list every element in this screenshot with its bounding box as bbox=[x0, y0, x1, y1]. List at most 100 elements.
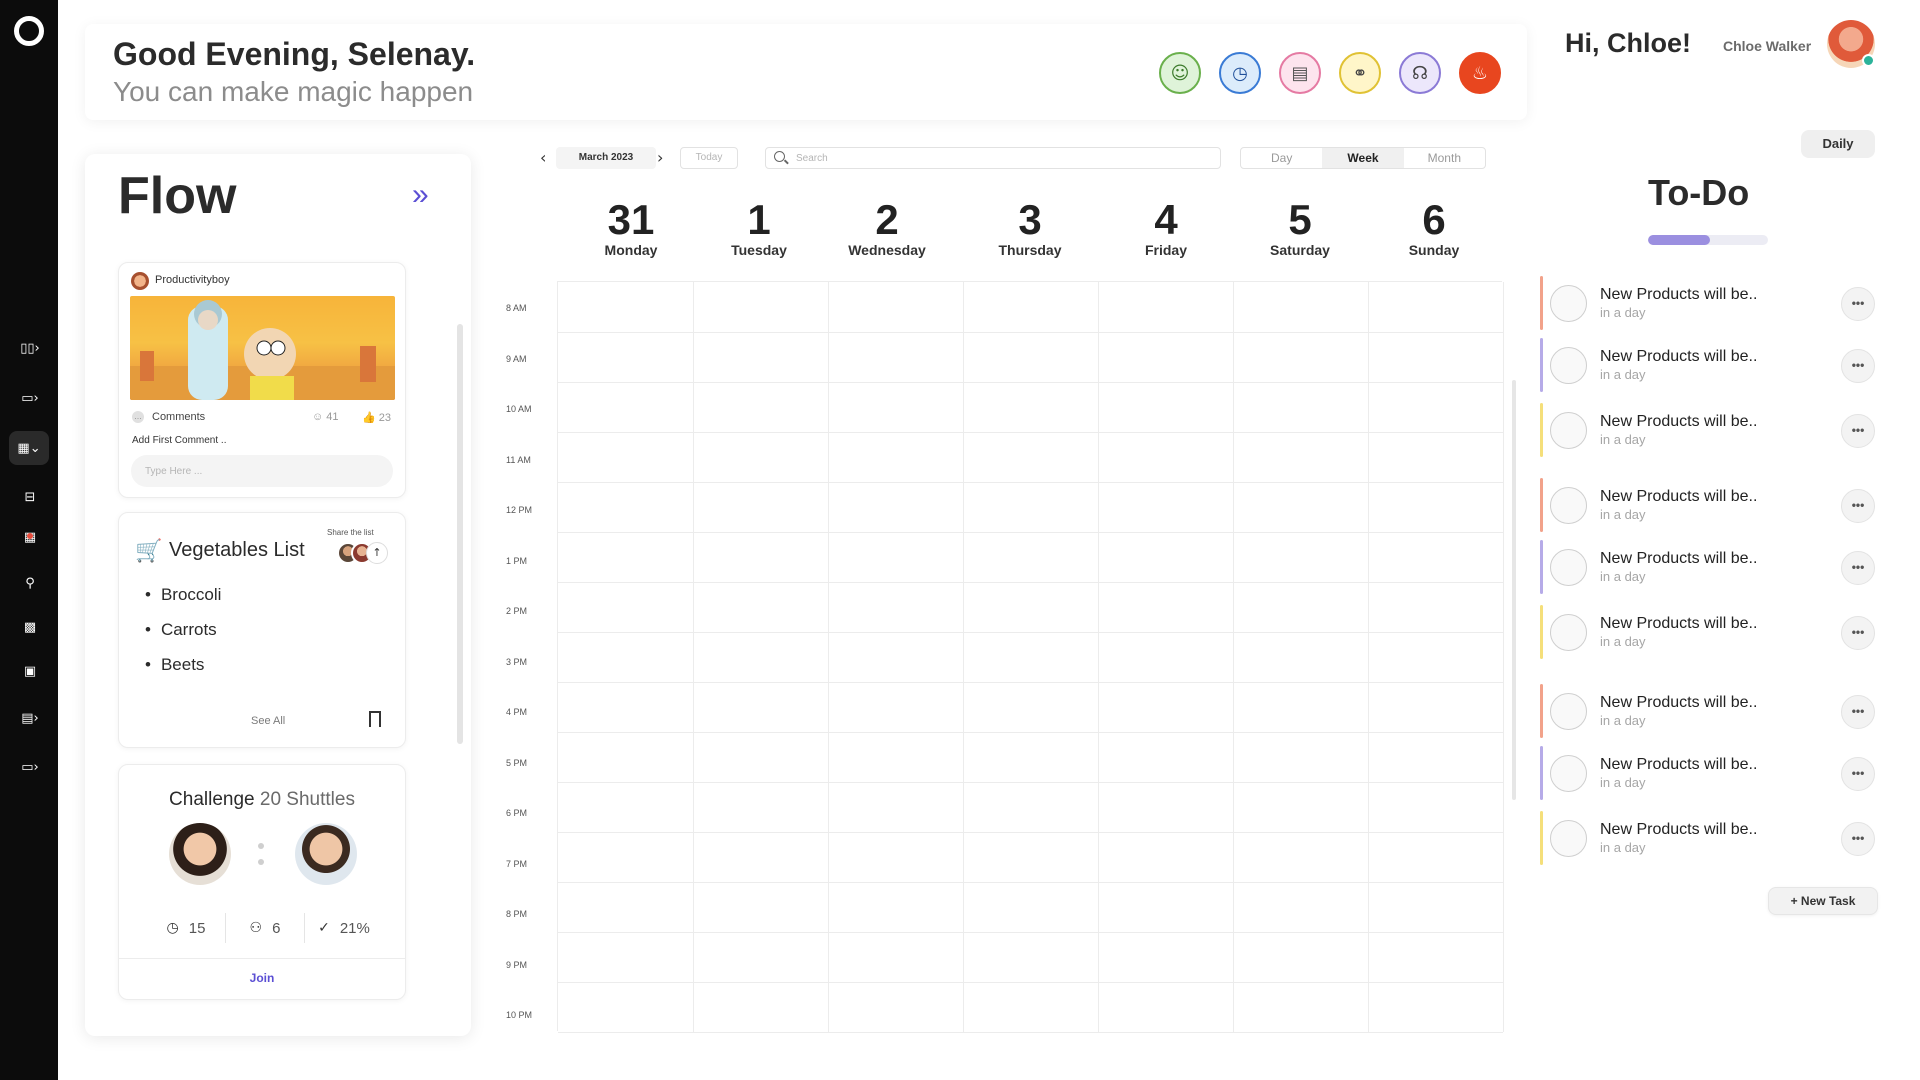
time-label: 11 AM bbox=[506, 455, 531, 465]
grid-row-line bbox=[558, 882, 1503, 883]
double-chevron-right-icon[interactable]: » bbox=[412, 178, 429, 212]
todo-task[interactable]: New Products will be.. in a day ••• bbox=[1540, 478, 1880, 532]
more-options-icon[interactable]: ••• bbox=[1841, 414, 1875, 448]
task-checkbox[interactable] bbox=[1550, 347, 1587, 384]
todo-task[interactable]: New Products will be.. in a day ••• bbox=[1540, 403, 1880, 457]
todo-task[interactable]: New Products will be.. in a day ••• bbox=[1540, 811, 1880, 865]
task-checkbox[interactable] bbox=[1550, 285, 1587, 322]
people-value: 6 bbox=[272, 919, 281, 937]
todo-task[interactable]: New Products will be.. in a day ••• bbox=[1540, 746, 1880, 800]
post-image[interactable] bbox=[130, 296, 395, 400]
grid-row-line bbox=[558, 782, 1503, 783]
user-search-icon[interactable]: ⚲ bbox=[17, 573, 43, 593]
qr-code-icon[interactable]: ▩ bbox=[17, 617, 43, 637]
frog-icon[interactable]: ☺ bbox=[1159, 52, 1201, 94]
task-checkbox[interactable] bbox=[1550, 549, 1587, 586]
more-options-icon[interactable]: ••• bbox=[1841, 695, 1875, 729]
day-header[interactable]: 4 Friday bbox=[1098, 197, 1234, 258]
task-due: in a day bbox=[1600, 634, 1646, 649]
day-header[interactable]: 3 Thursday bbox=[962, 197, 1098, 259]
day-number: 5 bbox=[1288, 196, 1312, 243]
more-options-icon[interactable]: ••• bbox=[1841, 551, 1875, 585]
link-icon[interactable]: ⚭ bbox=[1339, 52, 1381, 94]
view-option-month[interactable]: Month bbox=[1404, 148, 1485, 168]
new-task-button[interactable]: + New Task bbox=[1768, 887, 1878, 915]
task-due: in a day bbox=[1600, 775, 1646, 790]
todo-task[interactable]: New Products will be.. in a day ••• bbox=[1540, 684, 1880, 738]
task-title: New Products will be.. bbox=[1600, 615, 1758, 632]
divider bbox=[119, 958, 405, 959]
task-checkbox[interactable] bbox=[1550, 487, 1587, 524]
grid-row-line bbox=[558, 1032, 1503, 1033]
store-icon[interactable]: ▭› bbox=[17, 388, 43, 408]
more-options-icon[interactable]: ••• bbox=[1841, 616, 1875, 650]
post-author-name[interactable]: Productivityboy bbox=[155, 274, 230, 286]
head-chat-icon[interactable]: ☊ bbox=[1399, 52, 1441, 94]
search-input[interactable] bbox=[796, 151, 1196, 166]
reaction-count[interactable]: ☺ 41 bbox=[312, 411, 339, 423]
book-icon[interactable]: ▯▯› bbox=[17, 338, 43, 358]
day-header[interactable]: 2 Wednesday bbox=[819, 197, 955, 258]
see-all-link[interactable]: See All bbox=[251, 715, 285, 727]
list-item[interactable]: Broccoli bbox=[145, 585, 221, 620]
chat-icon[interactable]: ▭› bbox=[17, 757, 43, 777]
view-option-week[interactable]: Week bbox=[1322, 148, 1404, 168]
flame-icon[interactable]: ♨ bbox=[1459, 52, 1501, 94]
calendar-scrollbar[interactable] bbox=[1512, 380, 1516, 800]
calendar-grid[interactable] bbox=[557, 281, 1504, 1033]
task-checkbox[interactable] bbox=[1550, 755, 1587, 792]
like-count-value: 23 bbox=[378, 412, 392, 424]
clock-icon[interactable]: ◷ bbox=[1219, 52, 1261, 94]
document-icon[interactable]: ▤ bbox=[1279, 52, 1321, 94]
more-options-icon[interactable]: ••• bbox=[1841, 822, 1875, 856]
day-header[interactable]: 31 Monday bbox=[563, 197, 699, 258]
task-checkbox[interactable] bbox=[1550, 614, 1587, 651]
task-due: in a day bbox=[1600, 840, 1646, 855]
view-option-day[interactable]: Day bbox=[1241, 148, 1322, 168]
today-button[interactable]: Today bbox=[680, 147, 738, 169]
day-header[interactable]: 5 Saturday bbox=[1232, 196, 1368, 258]
bookmark-icon[interactable] bbox=[369, 711, 381, 732]
like-count[interactable]: 👍 23 bbox=[362, 411, 391, 424]
join-button[interactable]: Join bbox=[119, 971, 405, 985]
user-name[interactable]: Chloe Walker bbox=[1723, 38, 1811, 54]
list-item[interactable]: Beets bbox=[145, 655, 221, 690]
month-selector[interactable]: March 2023 bbox=[556, 147, 656, 169]
time-label: 10 AM bbox=[506, 404, 532, 414]
chevron-right-icon[interactable]: › bbox=[657, 148, 663, 167]
more-options-icon[interactable]: ••• bbox=[1841, 287, 1875, 321]
news-icon[interactable]: ▤› bbox=[17, 708, 43, 728]
todo-task[interactable]: New Products will be.. in a day ••• bbox=[1540, 605, 1880, 659]
calendar-icon[interactable]: ▦⌄ bbox=[9, 431, 49, 465]
time-label: 9 AM bbox=[506, 354, 527, 364]
time-label: 7 PM bbox=[506, 859, 528, 869]
bed-icon[interactable]: ⊟ bbox=[17, 487, 43, 507]
more-options-icon[interactable]: ••• bbox=[1841, 757, 1875, 791]
share-arrow-icon[interactable]: ↑ bbox=[366, 542, 388, 564]
task-checkbox[interactable] bbox=[1550, 412, 1587, 449]
calendar-edit-icon[interactable]: ▦ bbox=[17, 527, 43, 547]
comments-label[interactable]: Comments bbox=[152, 411, 205, 423]
task-checkbox[interactable] bbox=[1550, 820, 1587, 857]
flow-scrollbar[interactable] bbox=[457, 324, 463, 744]
more-options-icon[interactable]: ••• bbox=[1841, 489, 1875, 523]
day-header[interactable]: 6 Sunday bbox=[1366, 197, 1502, 258]
time-label: 6 PM bbox=[506, 808, 528, 818]
todo-task[interactable]: New Products will be.. in a day ••• bbox=[1540, 338, 1880, 392]
challenger-avatar[interactable] bbox=[169, 823, 231, 885]
calendar-simple-icon[interactable]: ▣ bbox=[17, 661, 43, 681]
comment-input[interactable] bbox=[131, 455, 393, 487]
more-options-icon[interactable]: ••• bbox=[1841, 349, 1875, 383]
app-logo-icon[interactable] bbox=[14, 16, 44, 46]
chevron-left-icon[interactable]: ‹ bbox=[540, 148, 546, 167]
list-item[interactable]: Carrots bbox=[145, 620, 221, 655]
post-author-avatar[interactable] bbox=[131, 272, 149, 290]
challenger-avatar[interactable] bbox=[295, 823, 357, 885]
time-label: 5 PM bbox=[506, 758, 528, 768]
day-name: Thursday bbox=[998, 242, 1062, 259]
todo-task[interactable]: New Products will be.. in a day ••• bbox=[1540, 276, 1880, 330]
daily-filter-button[interactable]: Daily bbox=[1801, 130, 1875, 158]
day-header[interactable]: 1 Tuesday bbox=[691, 197, 827, 258]
todo-task[interactable]: New Products will be.. in a day ••• bbox=[1540, 540, 1880, 594]
task-checkbox[interactable] bbox=[1550, 693, 1587, 730]
